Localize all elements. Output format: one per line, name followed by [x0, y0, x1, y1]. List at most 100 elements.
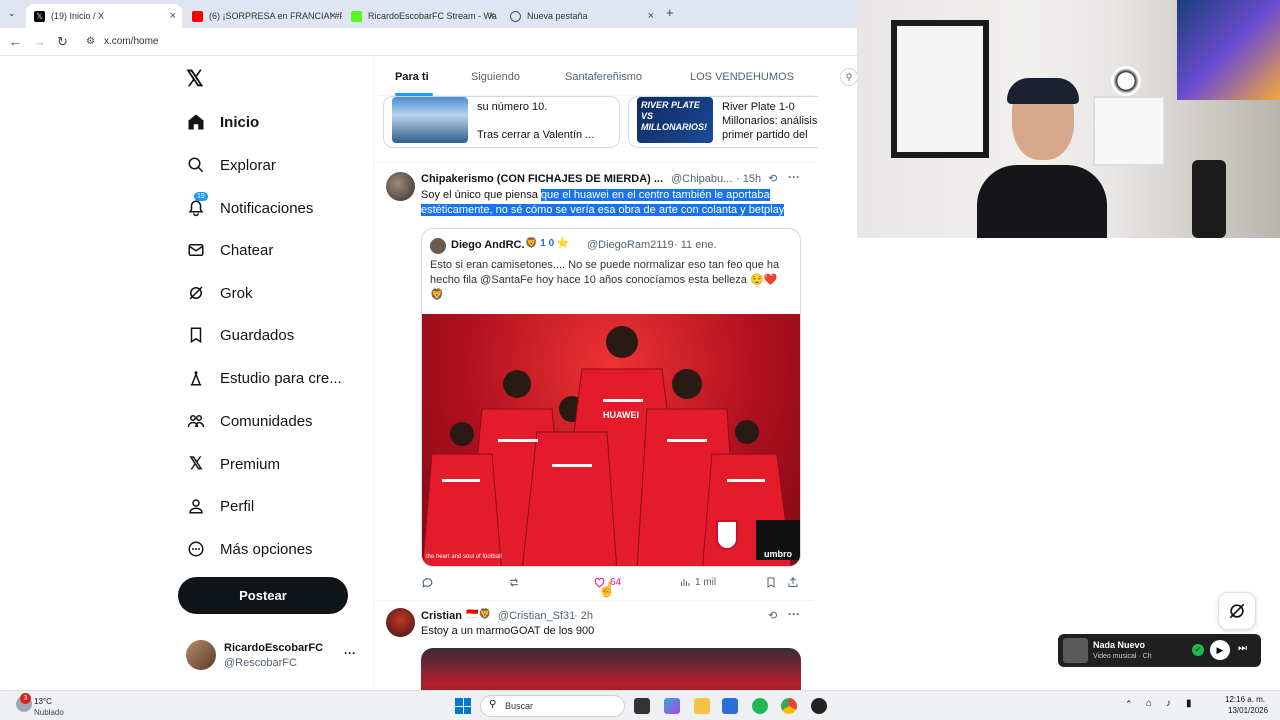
- play-button[interactable]: ▶: [1210, 640, 1230, 660]
- clock-date[interactable]: 13/01/2026: [1228, 706, 1268, 715]
- sidebar-item-explorar[interactable]: Explorar: [186, 150, 276, 180]
- avatar[interactable]: [386, 172, 415, 201]
- sidebar-item-grok[interactable]: Grok: [186, 278, 253, 308]
- network-icon[interactable]: ⌂: [1146, 698, 1152, 709]
- tab-para-ti[interactable]: Para ti: [395, 71, 429, 83]
- sidebar-item-label: Chatear: [220, 241, 274, 259]
- tab-youtube[interactable]: (6) ¡SORPRESA en FRANCIA! #P ×: [184, 4, 342, 28]
- start-button[interactable]: [455, 698, 471, 714]
- sidebar-item-label: Notificaciones: [220, 199, 314, 217]
- back-icon[interactable]: ←: [9, 34, 22, 49]
- task-view-icon[interactable]: [634, 698, 650, 714]
- sidebar-item-chatear[interactable]: Chatear: [186, 235, 273, 265]
- tweet-author-name[interactable]: Cristian: [421, 610, 462, 622]
- tab-kick-stream[interactable]: RicardoEscobarFC Stream - Wa ×: [343, 4, 501, 28]
- reload-icon[interactable]: ↻: [57, 34, 68, 50]
- sidebar-item-mas-opciones[interactable]: Más opciones: [186, 534, 313, 564]
- copilot-icon[interactable]: [664, 698, 680, 714]
- tab-santaferenismo[interactable]: Santafereñismo: [565, 71, 642, 83]
- obs-icon[interactable]: [811, 698, 827, 714]
- share-button[interactable]: [787, 576, 799, 589]
- sidebar-item-premium[interactable]: 𝕏 Premium: [186, 449, 280, 479]
- quote-text: Esto si eran camisetones.... No se puede…: [430, 259, 780, 301]
- bookmark-button[interactable]: [765, 576, 777, 589]
- post-button[interactable]: Postear: [178, 577, 348, 614]
- grok-icon[interactable]: ⟲: [768, 172, 777, 185]
- clock-time[interactable]: 12:16 a. m.: [1225, 695, 1265, 704]
- search-icon[interactable]: ⚲: [840, 68, 858, 86]
- views-button[interactable]: 1 mil: [679, 576, 716, 588]
- tab-siguiendo[interactable]: Siguiendo: [471, 71, 520, 83]
- tab-x-home[interactable]: 𝕏 (19) Inicio / X ×: [26, 4, 182, 28]
- sidebar-item-inicio[interactable]: Inicio: [186, 107, 259, 137]
- flag-lion-emojis: 🇮🇩🦁: [466, 609, 491, 620]
- tweet[interactable]: Chipakerismo (CON FICHAJES DE MIERDA) ..…: [374, 163, 814, 600]
- check-icon: ✓: [1192, 644, 1204, 656]
- close-icon[interactable]: ×: [648, 10, 654, 22]
- club-crest-icon: [716, 520, 738, 550]
- more-dots-icon[interactable]: ···: [344, 646, 356, 660]
- sidebar-item-notificaciones[interactable]: 19 Notificaciones: [186, 192, 314, 223]
- sidebar-item-label: Guardados: [220, 326, 295, 344]
- tweet-text: Estoy a un marmoGOAT de los 900: [421, 625, 595, 637]
- next-track-icon[interactable]: ⏭: [1238, 643, 1247, 654]
- tweet[interactable]: Cristian 🇮🇩🦁 @Cristian_Sf31 · 2h ⟲ ··· E…: [374, 601, 814, 690]
- x-logo-icon[interactable]: 𝕏: [186, 66, 204, 92]
- close-icon[interactable]: ×: [330, 10, 336, 22]
- reply-button[interactable]: [421, 576, 434, 589]
- battery-icon[interactable]: ▮: [1186, 698, 1192, 709]
- close-icon[interactable]: ×: [489, 10, 495, 22]
- quote-tweet[interactable]: Diego AndRC. 🦁 1 0 ⭐ @DiegoRam2119 · 11 …: [421, 228, 801, 567]
- sidebar-item-guardados[interactable]: Guardados: [186, 320, 294, 350]
- tweet-handle[interactable]: @Chipabu...: [671, 173, 732, 185]
- tab-search-icon[interactable]: ⌄: [8, 8, 16, 19]
- tab-title: RicardoEscobarFC Stream - Wa: [368, 11, 497, 21]
- weather-alert-badge: 3: [20, 693, 31, 704]
- more-dots-icon[interactable]: ···: [788, 170, 800, 184]
- store-icon[interactable]: [722, 698, 738, 714]
- sidebar-item-perfil[interactable]: Perfil: [186, 491, 254, 521]
- card-thumbnail: RIVER PLATE VS MILLONARIOS!: [637, 97, 713, 143]
- weather-widget[interactable]: 3 13°C Nublado: [16, 693, 76, 718]
- more-dots-icon[interactable]: ···: [788, 607, 800, 621]
- grok-icon[interactable]: ⟲: [768, 609, 777, 622]
- tab-title: (19) Inicio / X: [51, 11, 105, 21]
- tweet-image[interactable]: HUAWEI umbro the heart and soul of footb…: [422, 314, 800, 566]
- tray-chevron-icon[interactable]: ⌃: [1125, 699, 1133, 710]
- chrome-icon[interactable]: [781, 698, 797, 714]
- ball: [1111, 66, 1141, 96]
- forward-icon[interactable]: →: [33, 34, 46, 49]
- site-info-icon[interactable]: ⚙: [86, 36, 95, 47]
- tweet-author-name[interactable]: Chipakerismo (CON FICHAJES DE MIERDA) ..…: [421, 173, 663, 185]
- news-card[interactable]: su número 10. Tras cerrar a Valentín ...: [383, 96, 620, 148]
- studio-icon: [186, 368, 206, 388]
- sidebar-item-comunidades[interactable]: Comunidades: [186, 406, 313, 436]
- tweet-image[interactable]: [421, 648, 801, 690]
- repost-button[interactable]: [507, 576, 521, 589]
- news-card[interactable]: RIVER PLATE VS MILLONARIOS! River Plate …: [628, 96, 818, 148]
- taskbar-search[interactable]: ⚲ Buscar: [480, 695, 625, 717]
- avatar[interactable]: [386, 608, 415, 637]
- url-field[interactable]: x.com/home: [104, 36, 158, 47]
- bell-icon: 19: [186, 192, 208, 218]
- quote-author-name[interactable]: Diego AndRC.: [451, 239, 525, 251]
- search-icon: [186, 155, 206, 175]
- media-player[interactable]: Nada Nuevo Video musical · Ch ✓ ▶ ⏭: [1058, 634, 1261, 667]
- tweet-handle[interactable]: @Cristian_Sf31: [498, 610, 575, 622]
- sidebar-item-estudio[interactable]: Estudio para cre...: [186, 363, 342, 393]
- tab-los-vendehumos[interactable]: LOS VENDEHUMOS: [690, 71, 794, 83]
- grok-float-button[interactable]: [1218, 592, 1256, 630]
- account-switcher[interactable]: RicardoEscobarFC @RescobarFC ···: [186, 640, 362, 672]
- close-icon[interactable]: ×: [170, 10, 176, 22]
- spotify-icon[interactable]: [752, 698, 768, 714]
- file-explorer-icon[interactable]: [694, 698, 710, 714]
- tab-new[interactable]: Nueva pestaña ×: [502, 4, 660, 28]
- new-tab-button[interactable]: +: [666, 5, 674, 20]
- notification-badge: 19: [194, 192, 208, 201]
- thumbnail-text: RIVER PLATE VS MILLONARIOS!: [641, 100, 707, 132]
- volume-icon[interactable]: ♪: [1166, 698, 1171, 709]
- quote-handle[interactable]: @DiegoRam2119: [587, 239, 674, 251]
- x-favicon-icon: 𝕏: [34, 10, 45, 22]
- card-line-2: Tras cerrar a Valentín ...: [477, 129, 595, 141]
- search-placeholder: Buscar: [505, 701, 534, 711]
